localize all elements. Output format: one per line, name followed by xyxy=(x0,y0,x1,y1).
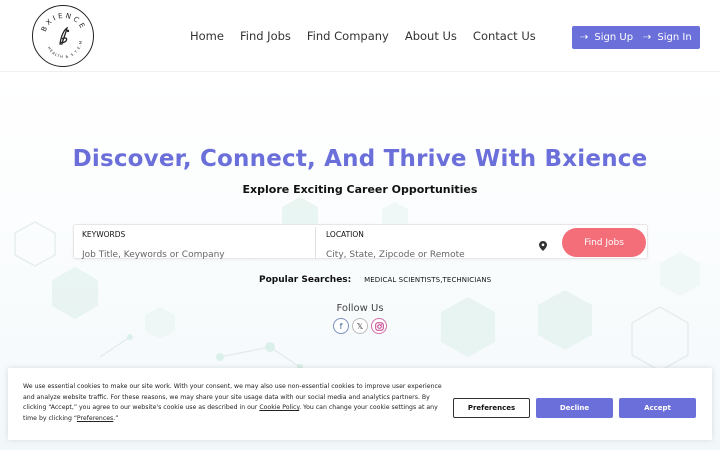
nav-about-us[interactable]: About Us xyxy=(405,29,457,43)
popular-searches: Popular Searches: MEDICAL SCIENTISTS,TEC… xyxy=(259,275,491,285)
cookie-accept-button[interactable]: Accept xyxy=(619,398,696,418)
svg-text:BXIENCE: BXIENCE xyxy=(40,12,88,33)
cookie-decline-button[interactable]: Decline xyxy=(536,398,613,418)
location-field[interactable]: LOCATION City, State, Zipcode or Remote xyxy=(326,230,465,261)
popular-search-tags[interactable]: MEDICAL SCIENTISTS,TECHNICIANS xyxy=(364,276,491,284)
sign-in-button[interactable]: ⇢ Sign In xyxy=(635,26,700,49)
cookie-preferences-button[interactable]: Preferences xyxy=(453,398,530,418)
facebook-icon[interactable]: f xyxy=(333,318,349,334)
cookie-preferences-link[interactable]: Preferences xyxy=(77,415,113,422)
brand-logo[interactable]: BXIENCE HEALTH & S.T.E.M xyxy=(32,5,94,67)
nav-home[interactable]: Home xyxy=(190,29,224,43)
instagram-glyph-icon xyxy=(374,321,384,331)
nav-contact-us[interactable]: Contact Us xyxy=(473,29,536,43)
cookie-text-part-3: .” xyxy=(113,414,119,422)
sign-up-icon: ⇢ xyxy=(580,32,589,43)
main-nav: Home Find Jobs Find Company About Us Con… xyxy=(190,29,536,43)
site-header: BXIENCE HEALTH & S.T.E.M Home Find Jobs … xyxy=(0,0,720,72)
x-icon[interactable]: 𝕏 xyxy=(352,318,368,334)
keywords-input[interactable]: Job Title, Keywords or Company xyxy=(82,250,225,260)
location-input[interactable]: City, State, Zipcode or Remote xyxy=(326,250,465,260)
instagram-icon[interactable] xyxy=(371,318,387,334)
cookie-banner: We use essential cookies to make our sit… xyxy=(8,368,712,440)
location-label: LOCATION xyxy=(326,230,364,239)
sign-up-button[interactable]: ⇢ Sign Up xyxy=(572,26,642,49)
search-divider xyxy=(315,227,316,258)
sign-up-label: Sign Up xyxy=(594,32,634,43)
nav-find-jobs[interactable]: Find Jobs xyxy=(240,29,291,43)
cookie-policy-link[interactable]: Cookie Policy xyxy=(259,404,299,411)
keywords-field[interactable]: KEYWORDS Job Title, Keywords or Company xyxy=(82,230,225,261)
job-search-bar: KEYWORDS Job Title, Keywords or Company … xyxy=(73,224,648,261)
hero-title: Discover, Connect, And Thrive With Bxien… xyxy=(72,146,648,172)
follow-us-label: Follow Us xyxy=(336,303,384,314)
popular-searches-label: Popular Searches: xyxy=(259,275,352,285)
find-jobs-button[interactable]: Find Jobs xyxy=(562,228,646,257)
logo-text-bottom: HEALTH & S.T.E.M xyxy=(47,40,82,59)
sign-in-label: Sign In xyxy=(657,32,692,43)
svg-text:HEALTH & S.T.E.M: HEALTH & S.T.E.M xyxy=(47,40,83,59)
logo-emblem-icon: BXIENCE HEALTH & S.T.E.M xyxy=(40,12,88,59)
nav-find-company[interactable]: Find Company xyxy=(307,29,389,43)
hero-subtitle: Explore Exciting Career Opportunities xyxy=(242,183,478,196)
logo-text-top: BXIENCE xyxy=(40,12,85,33)
cookie-message: We use essential cookies to make our sit… xyxy=(23,382,453,424)
location-pin-icon[interactable] xyxy=(539,241,547,251)
social-links: f 𝕏 xyxy=(333,318,387,334)
sign-in-icon: ⇢ xyxy=(643,32,652,43)
keywords-label: KEYWORDS xyxy=(82,230,126,239)
